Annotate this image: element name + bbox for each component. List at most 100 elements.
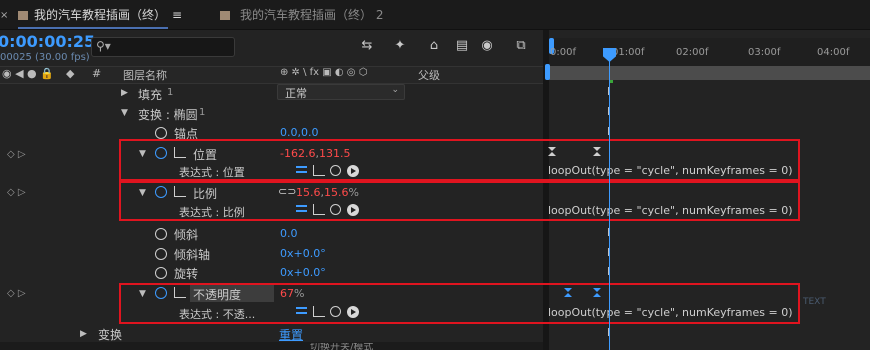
fill-label: 填充 bbox=[138, 88, 163, 102]
graph-icon[interactable] bbox=[174, 186, 186, 197]
expression-enable-icon[interactable] bbox=[296, 205, 307, 212]
opacity-expression-text[interactable]: loopOut(type = "cycle", numKeyframes = 0… bbox=[548, 306, 793, 319]
skew-axis-value[interactable]: 0x+0.0° bbox=[280, 247, 326, 260]
visibility-column-icon[interactable]: ◉ ◀ ● 🔒 bbox=[2, 67, 54, 80]
composition-mini-flowchart-icon[interactable]: ⇆ bbox=[357, 38, 377, 56]
draft-3d-icon[interactable]: ✦ bbox=[390, 38, 410, 56]
collapse-arrow-icon[interactable]: ▼ bbox=[121, 108, 128, 118]
opacity-number[interactable]: 67 bbox=[280, 287, 294, 300]
motion-blur-icon[interactable]: ◉ bbox=[477, 38, 497, 56]
expression-enable-icon[interactable] bbox=[296, 166, 307, 173]
active-tab-indicator bbox=[18, 27, 168, 29]
work-area-bar[interactable] bbox=[549, 66, 870, 80]
collapse-arrow-icon[interactable]: ▼ bbox=[139, 289, 146, 299]
expand-arrow-icon[interactable]: ▶ bbox=[121, 88, 128, 98]
work-area-start-handle[interactable] bbox=[545, 64, 550, 80]
unit-label: % bbox=[294, 287, 305, 300]
degrees-value[interactable]: +0.0° bbox=[294, 266, 326, 279]
stopwatch-icon[interactable] bbox=[155, 267, 167, 279]
keyframe-marker[interactable] bbox=[548, 147, 556, 156]
keyframe-marker-selected[interactable] bbox=[564, 288, 572, 297]
blend-mode-value: 正常 bbox=[285, 87, 307, 100]
skew-label: 倾斜 bbox=[174, 228, 199, 242]
stopwatch-icon[interactable] bbox=[155, 228, 167, 240]
transform-ellipse-index: 1 bbox=[199, 107, 206, 118]
switches-header: ⊕ ✲ \ fx ▣ ◐ ◎ ⬡ bbox=[280, 67, 368, 78]
expression-pickwhip-icon[interactable] bbox=[330, 306, 341, 317]
stopwatch-icon[interactable] bbox=[155, 248, 167, 260]
tab-composition-1[interactable]: 我的汽车教程插画（终） bbox=[34, 0, 166, 30]
position-y-value[interactable]: 131.5 bbox=[319, 147, 351, 160]
keyframe-navigator-icon[interactable]: ◇ ▷ bbox=[7, 187, 26, 198]
layer-name-header[interactable]: 图层名称 bbox=[123, 67, 167, 83]
opacity-expression-label: 表达式 : 不透... bbox=[179, 308, 256, 321]
scale-expression-text[interactable]: loopOut(type = "cycle", numKeyframes = 0… bbox=[548, 204, 793, 217]
stopwatch-icon[interactable] bbox=[155, 147, 167, 159]
search-icon: ⚲▾ bbox=[96, 39, 111, 53]
current-time-indicator[interactable] bbox=[609, 48, 610, 350]
stopwatch-icon[interactable] bbox=[155, 287, 167, 299]
keyframe-navigator-icon[interactable]: ◇ ▷ bbox=[7, 149, 26, 160]
transform-ellipse-label: 变换 : 椭圆 bbox=[138, 108, 198, 122]
layer-column-header bbox=[0, 66, 543, 84]
ruler-tick-label: 04:00f bbox=[817, 47, 850, 58]
position-label: 位置 bbox=[193, 148, 218, 162]
composition-label-color bbox=[18, 11, 28, 20]
graph-icon[interactable] bbox=[174, 147, 186, 158]
collapse-arrow-icon[interactable]: ▼ bbox=[139, 188, 146, 198]
blend-mode-select[interactable]: 正常 ⌄ bbox=[277, 84, 405, 100]
panel-menu-icon[interactable]: ≡ bbox=[172, 0, 182, 30]
expression-pickwhip-icon[interactable] bbox=[330, 204, 341, 215]
tab-composition-2[interactable]: 我的汽车教程插画（终） 2 bbox=[240, 0, 383, 30]
close-icon[interactable]: × bbox=[0, 10, 8, 21]
expand-arrow-icon[interactable]: ▶ bbox=[80, 329, 87, 339]
frame-blending-icon[interactable]: ▤ bbox=[452, 38, 472, 56]
stopwatch-icon[interactable] bbox=[155, 127, 167, 139]
expression-enable-icon[interactable] bbox=[296, 307, 307, 314]
expression-language-menu-icon[interactable] bbox=[347, 165, 359, 177]
position-value[interactable]: -162.6,131.5 bbox=[280, 147, 350, 160]
scale-x-value[interactable]: 15.6 bbox=[296, 186, 321, 199]
constrain-proportions-icon[interactable]: ⊂⊃ bbox=[278, 185, 296, 198]
keyframe-marker-selected[interactable] bbox=[593, 288, 601, 297]
anchor-value[interactable]: 0.0,0.0 bbox=[280, 126, 318, 139]
scale-value[interactable]: 15.6,15.6% bbox=[296, 186, 359, 199]
unit-label: % bbox=[348, 186, 359, 199]
opacity-value[interactable]: 67% bbox=[280, 287, 304, 300]
current-time-display[interactable]: 0:00:00:25 bbox=[0, 32, 95, 51]
frame-counter: 00025 (30.00 fps) bbox=[0, 52, 90, 63]
watermark-logo: TEXT bbox=[803, 297, 826, 307]
expression-language-menu-icon[interactable] bbox=[347, 204, 359, 216]
expression-graph-icon[interactable] bbox=[313, 204, 325, 215]
shy-layers-icon[interactable]: ⌂ bbox=[424, 38, 444, 56]
expression-pickwhip-icon[interactable] bbox=[330, 165, 341, 176]
graph-editor-icon[interactable]: ⧉ bbox=[511, 38, 531, 56]
collapse-arrow-icon[interactable]: ▼ bbox=[139, 149, 146, 159]
scale-y-value[interactable]: 15.6 bbox=[324, 186, 349, 199]
parent-header: 父级 bbox=[418, 69, 440, 82]
layer-search-input[interactable]: ⚲▾ bbox=[91, 37, 235, 57]
skew-value[interactable]: 0.0 bbox=[280, 227, 298, 240]
composition-label-color bbox=[220, 11, 230, 20]
expression-graph-icon[interactable] bbox=[313, 165, 325, 176]
skew-axis-label: 倾斜轴 bbox=[174, 248, 211, 262]
degrees-value[interactable]: +0.0° bbox=[294, 247, 326, 260]
bottom-bar bbox=[0, 342, 543, 350]
revolutions-value[interactable]: 0x bbox=[280, 266, 294, 279]
position-x-value[interactable]: -162.6 bbox=[280, 147, 315, 160]
rotation-value[interactable]: 0x+0.0° bbox=[280, 266, 326, 279]
expression-graph-icon[interactable] bbox=[313, 306, 325, 317]
toggle-switches-modes-button[interactable]: 切换开关/模式 bbox=[310, 343, 373, 350]
chevron-down-icon: ⌄ bbox=[391, 85, 399, 95]
graph-icon[interactable] bbox=[174, 287, 186, 298]
ruler-tick-label: 03:00f bbox=[748, 47, 781, 58]
keyframe-marker[interactable] bbox=[593, 147, 601, 156]
ruler-tick-label: 01:00f bbox=[612, 47, 645, 58]
position-expression-text[interactable]: loopOut(type = "cycle", numKeyframes = 0… bbox=[548, 164, 793, 177]
reset-link[interactable]: 重置 bbox=[279, 326, 303, 343]
stopwatch-icon[interactable] bbox=[155, 186, 167, 198]
label-column-icon[interactable]: ◆ bbox=[66, 67, 74, 80]
revolutions-value[interactable]: 0x bbox=[280, 247, 294, 260]
expression-language-menu-icon[interactable] bbox=[347, 306, 359, 318]
keyframe-navigator-icon[interactable]: ◇ ▷ bbox=[7, 288, 26, 299]
